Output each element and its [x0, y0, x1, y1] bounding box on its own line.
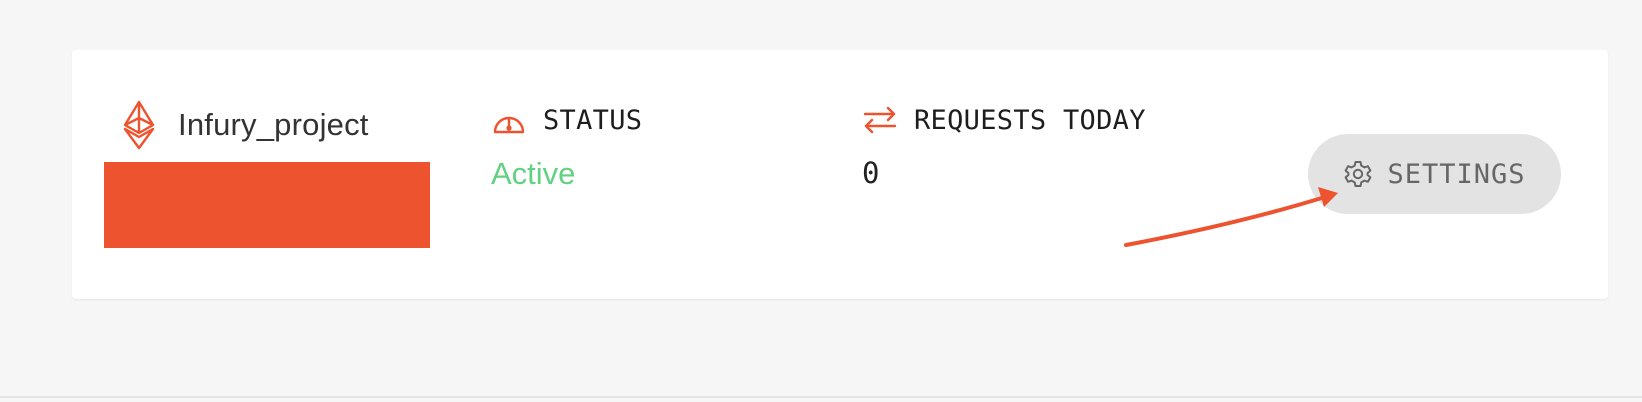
- status-value: Active: [491, 156, 576, 191]
- redacted-project-id: [104, 162, 430, 248]
- requests-value: 0: [862, 156, 880, 190]
- status-label: STATUS: [543, 104, 643, 136]
- swap-arrows-icon: [862, 103, 900, 137]
- requests-column: REQUESTS TODAY 0: [862, 102, 1146, 191]
- status-column: STATUS Active: [491, 102, 642, 192]
- settings-button[interactable]: SETTINGS: [1308, 134, 1561, 214]
- bottom-divider: [0, 396, 1642, 398]
- project-header: Infury_project: [122, 100, 369, 150]
- speedometer-icon: [491, 103, 529, 137]
- ethereum-icon: [122, 100, 156, 150]
- settings-label: SETTINGS: [1387, 158, 1526, 190]
- project-card: Infury_project STATUS Active REQUESTS TO…: [72, 50, 1608, 299]
- gear-icon: [1343, 159, 1373, 189]
- requests-label: REQUESTS TODAY: [914, 104, 1146, 136]
- project-name[interactable]: Infury_project: [178, 107, 369, 143]
